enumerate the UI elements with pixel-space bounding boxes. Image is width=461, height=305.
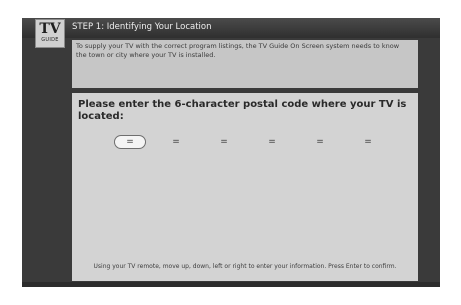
postal-code-char-6[interactable]: = bbox=[354, 135, 382, 149]
postal-code-panel: Please enter the 6-character postal code… bbox=[72, 93, 418, 281]
bottom-strip bbox=[22, 282, 440, 287]
tv-guide-logo: TV GUIDE bbox=[35, 19, 65, 48]
intro-text: To supply your TV with the correct progr… bbox=[76, 42, 400, 59]
postal-code-char-5[interactable]: = bbox=[306, 135, 334, 149]
tv-screen: STEP 1: Identifying Your Location TV GUI… bbox=[0, 0, 461, 305]
postal-code-char-4[interactable]: = bbox=[258, 135, 286, 149]
postal-code-input[interactable]: = = = = = = bbox=[114, 135, 374, 151]
postal-code-prompt: Please enter the 6-character postal code… bbox=[78, 99, 407, 122]
tv-guide-setup-window: STEP 1: Identifying Your Location TV GUI… bbox=[22, 18, 440, 287]
postal-code-char-1[interactable]: = bbox=[114, 135, 146, 149]
postal-code-char-2[interactable]: = bbox=[162, 135, 190, 149]
postal-code-char-3[interactable]: = bbox=[210, 135, 238, 149]
step-title: STEP 1: Identifying Your Location bbox=[72, 22, 212, 32]
remote-instructions: Using your TV remote, move up, down, lef… bbox=[93, 263, 397, 270]
logo-guide-text: GUIDE bbox=[41, 37, 59, 43]
header-bar: STEP 1: Identifying Your Location bbox=[22, 18, 440, 38]
intro-panel: To supply your TV with the correct progr… bbox=[72, 40, 418, 88]
logo-tv-text: TV bbox=[39, 21, 61, 37]
